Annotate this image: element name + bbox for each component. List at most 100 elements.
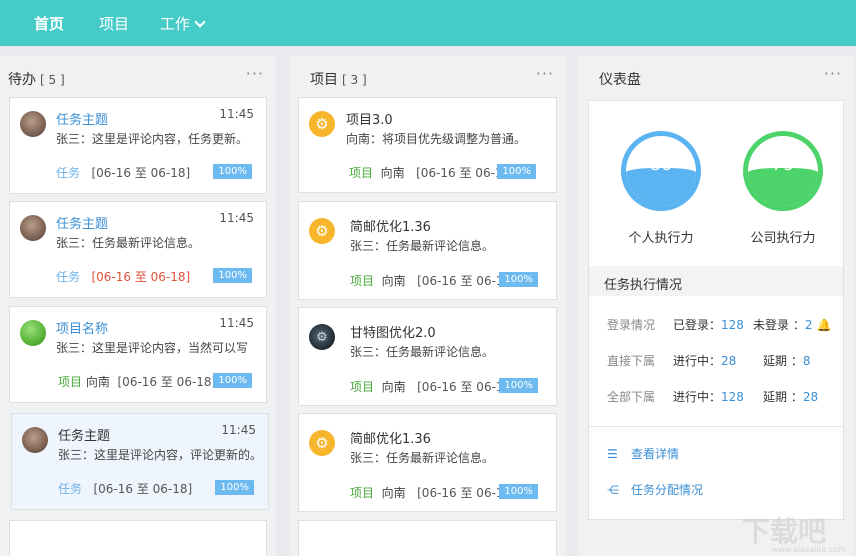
card-tag: 项目 xyxy=(349,166,374,180)
project-card[interactable]: ⚙ 简邮优化1.36 张三：任务最新评论信息。 项目 向南 [06-16 至 0… xyxy=(298,413,557,512)
todo-card[interactable]: 任务主题 11:45 张三：这里是评论内容，任务更新。 任务 [06-16 至 … xyxy=(9,97,267,194)
card-tag: 项目 xyxy=(350,380,375,394)
nav-work[interactable]: 工作 xyxy=(160,13,206,34)
card-message: 张三：任务最新评论信息。 xyxy=(350,345,495,359)
share-icon: ⋲ xyxy=(607,483,619,497)
card-title[interactable]: 任务主题 xyxy=(56,213,108,232)
view-details-link[interactable]: ☰ 查看详情 xyxy=(607,445,679,462)
link-label: 任务分配情况 xyxy=(631,483,704,497)
bell-icon[interactable]: 🔔 xyxy=(816,318,831,332)
row-stat-1: 已登录：128 xyxy=(673,316,744,333)
todo-header: 待办 [ 5 ] xyxy=(8,69,65,89)
card-time: 11:45 xyxy=(219,211,254,225)
card-dates: [06-16 至 06-18] xyxy=(91,166,191,180)
card-message: 张三：任务最新评论信息。 xyxy=(350,239,495,253)
gauge-label: 公司执行力 xyxy=(750,231,816,246)
todo-card[interactable]: 项目名称 11:45 张三：这里是评论内容，当然可以写 项目 向南 [06-16… xyxy=(9,306,267,403)
task-allocation-link[interactable]: ⋲ 任务分配情况 xyxy=(607,481,703,498)
row-stat-2: 延期 ：8 xyxy=(763,352,810,369)
watermark-logo: 下载吧 www.xiazaiba.com xyxy=(742,510,852,556)
stat-row-direct: 直接下属 进行中：28 延期 ：8 xyxy=(607,352,810,369)
card-tag: 项目 xyxy=(350,486,375,500)
stat-key: 延期 ： xyxy=(763,354,803,368)
card-title[interactable]: 简邮优化1.36 xyxy=(350,216,431,235)
stat-value[interactable]: 8 xyxy=(803,354,811,368)
stat-value[interactable]: 128 xyxy=(721,390,744,404)
project-card[interactable]: ⚙ 简邮优化1.36 张三：任务最新评论信息。 项目 向南 [06-16 至 0… xyxy=(298,201,557,300)
card-tag: 任务 xyxy=(58,482,83,496)
card-title[interactable]: 项目3.0 xyxy=(346,109,393,128)
card-title[interactable]: 任务主题 xyxy=(58,425,110,444)
todo-card[interactable]: 任务主题 11:45 张三：这里是评论内容，评论更新的。 任务 [06-16 至… xyxy=(11,413,269,510)
card-time: 11:45 xyxy=(219,107,254,121)
projects-column: 项目 [ 3 ] ··· ⚙ 项目3.0 向南：将项目优先级调整为普通。 项目 向… xyxy=(290,56,566,556)
card-message: 向南：将项目优先级调整为普通。 xyxy=(346,132,527,146)
card-meta: 任务 [06-16 至 06-18] xyxy=(56,164,190,181)
gauge-value: 79 xyxy=(771,154,795,175)
progress-badge: 100% xyxy=(213,268,252,283)
gear-icon: ⚙ xyxy=(309,218,335,244)
card-owner: 向南 xyxy=(381,380,406,394)
progress-badge: 100% xyxy=(499,484,538,499)
project-card[interactable]: ⚙ 项目3.0 向南：将项目优先级调整为普通。 项目 向南 [06-16 至 0… xyxy=(298,97,557,193)
nav-home[interactable]: 首页 xyxy=(34,13,64,34)
project-leaf-avatar xyxy=(20,320,46,346)
stat-value[interactable]: 28 xyxy=(803,390,818,404)
gauge-label: 个人执行力 xyxy=(628,231,694,246)
card-title[interactable]: 简邮优化1.36 xyxy=(350,428,431,447)
user-avatar xyxy=(20,215,46,241)
row-stat-2: 延期 ：28 xyxy=(763,388,818,405)
todo-column: 待办 [ 5 ] ··· 任务主题 11:45 张三：这里是评论内容，任务更新。 … xyxy=(0,56,276,556)
project-card[interactable]: ⚙ 甘特图优化2.0 张三：任务最新评论信息。 项目 向南 [06-16 至 0… xyxy=(298,307,557,406)
card-owner: 向南 xyxy=(381,486,406,500)
user-avatar xyxy=(20,111,46,137)
card-meta: 任务 [06-16 至 06-18] xyxy=(58,480,192,497)
project-card-partial[interactable] xyxy=(298,520,557,556)
projects-title: 项目 xyxy=(310,72,338,88)
todo-count: [ 5 ] xyxy=(40,73,65,87)
stat-value[interactable]: 128 xyxy=(721,318,744,332)
list-icon: ☰ xyxy=(607,447,618,461)
card-title[interactable]: 任务主题 xyxy=(56,109,108,128)
card-meta: 项目 向南 [06-16 至 06-18] xyxy=(349,164,515,181)
card-message: 张三：这里是评论内容，任务更新。 xyxy=(56,132,249,146)
nav-projects[interactable]: 项目 xyxy=(99,13,129,34)
progress-badge: 100% xyxy=(497,164,536,179)
card-owner: 向南 xyxy=(85,375,110,389)
card-meta: 项目 向南 [06-16 至 06-18] xyxy=(58,373,216,390)
card-meta: 任务 [06-16 至 06-18] xyxy=(56,268,190,285)
row-stat-1: 进行中：128 xyxy=(673,388,744,405)
section-header: 任务执行情况 xyxy=(589,266,843,296)
personal-gauge: 80 xyxy=(621,131,701,211)
company-gauge: 79 xyxy=(743,131,823,211)
top-nav-bar: 首页 项目 工作 xyxy=(0,0,856,46)
stat-key: 延期 ： xyxy=(763,390,803,404)
progress-badge: 100% xyxy=(499,378,538,393)
stat-key: 未登录 ： xyxy=(753,318,805,332)
card-tag: 项目 xyxy=(58,375,83,389)
card-title[interactable]: 甘特图优化2.0 xyxy=(350,322,436,341)
stat-key: 已登录： xyxy=(673,318,722,332)
card-tag: 任务 xyxy=(56,270,81,284)
todo-card[interactable]: 任务主题 11:45 张三：任务最新评论信息。 任务 [06-16 至 06-1… xyxy=(9,201,267,298)
more-icon[interactable]: ··· xyxy=(824,64,842,83)
card-dates-overdue: [06-16 至 06-18] xyxy=(91,270,191,284)
card-meta: 项目 向南 [06-16 至 06-18] xyxy=(350,378,516,395)
card-owner: 向南 xyxy=(381,274,406,288)
todo-card-partial[interactable] xyxy=(9,520,267,556)
divider xyxy=(589,426,843,427)
card-title[interactable]: 项目名称 xyxy=(56,318,108,337)
card-meta: 项目 向南 [06-16 至 06-18] xyxy=(350,272,516,289)
watermark-url: www.xiazaiba.com xyxy=(771,545,846,554)
card-message: 张三：任务最新评论信息。 xyxy=(350,451,495,465)
card-owner: 向南 xyxy=(380,166,405,180)
row-label: 直接下属 xyxy=(607,354,656,368)
progress-badge: 100% xyxy=(499,272,538,287)
row-label: 全部下属 xyxy=(607,390,656,404)
card-dates: [06-16 至 06-18] xyxy=(93,482,193,496)
card-meta: 项目 向南 [06-16 至 06-18] xyxy=(350,484,516,501)
stat-value[interactable]: 2 xyxy=(805,318,813,332)
more-icon[interactable]: ··· xyxy=(536,64,554,83)
more-icon[interactable]: ··· xyxy=(246,64,264,83)
stat-value[interactable]: 28 xyxy=(721,354,736,368)
